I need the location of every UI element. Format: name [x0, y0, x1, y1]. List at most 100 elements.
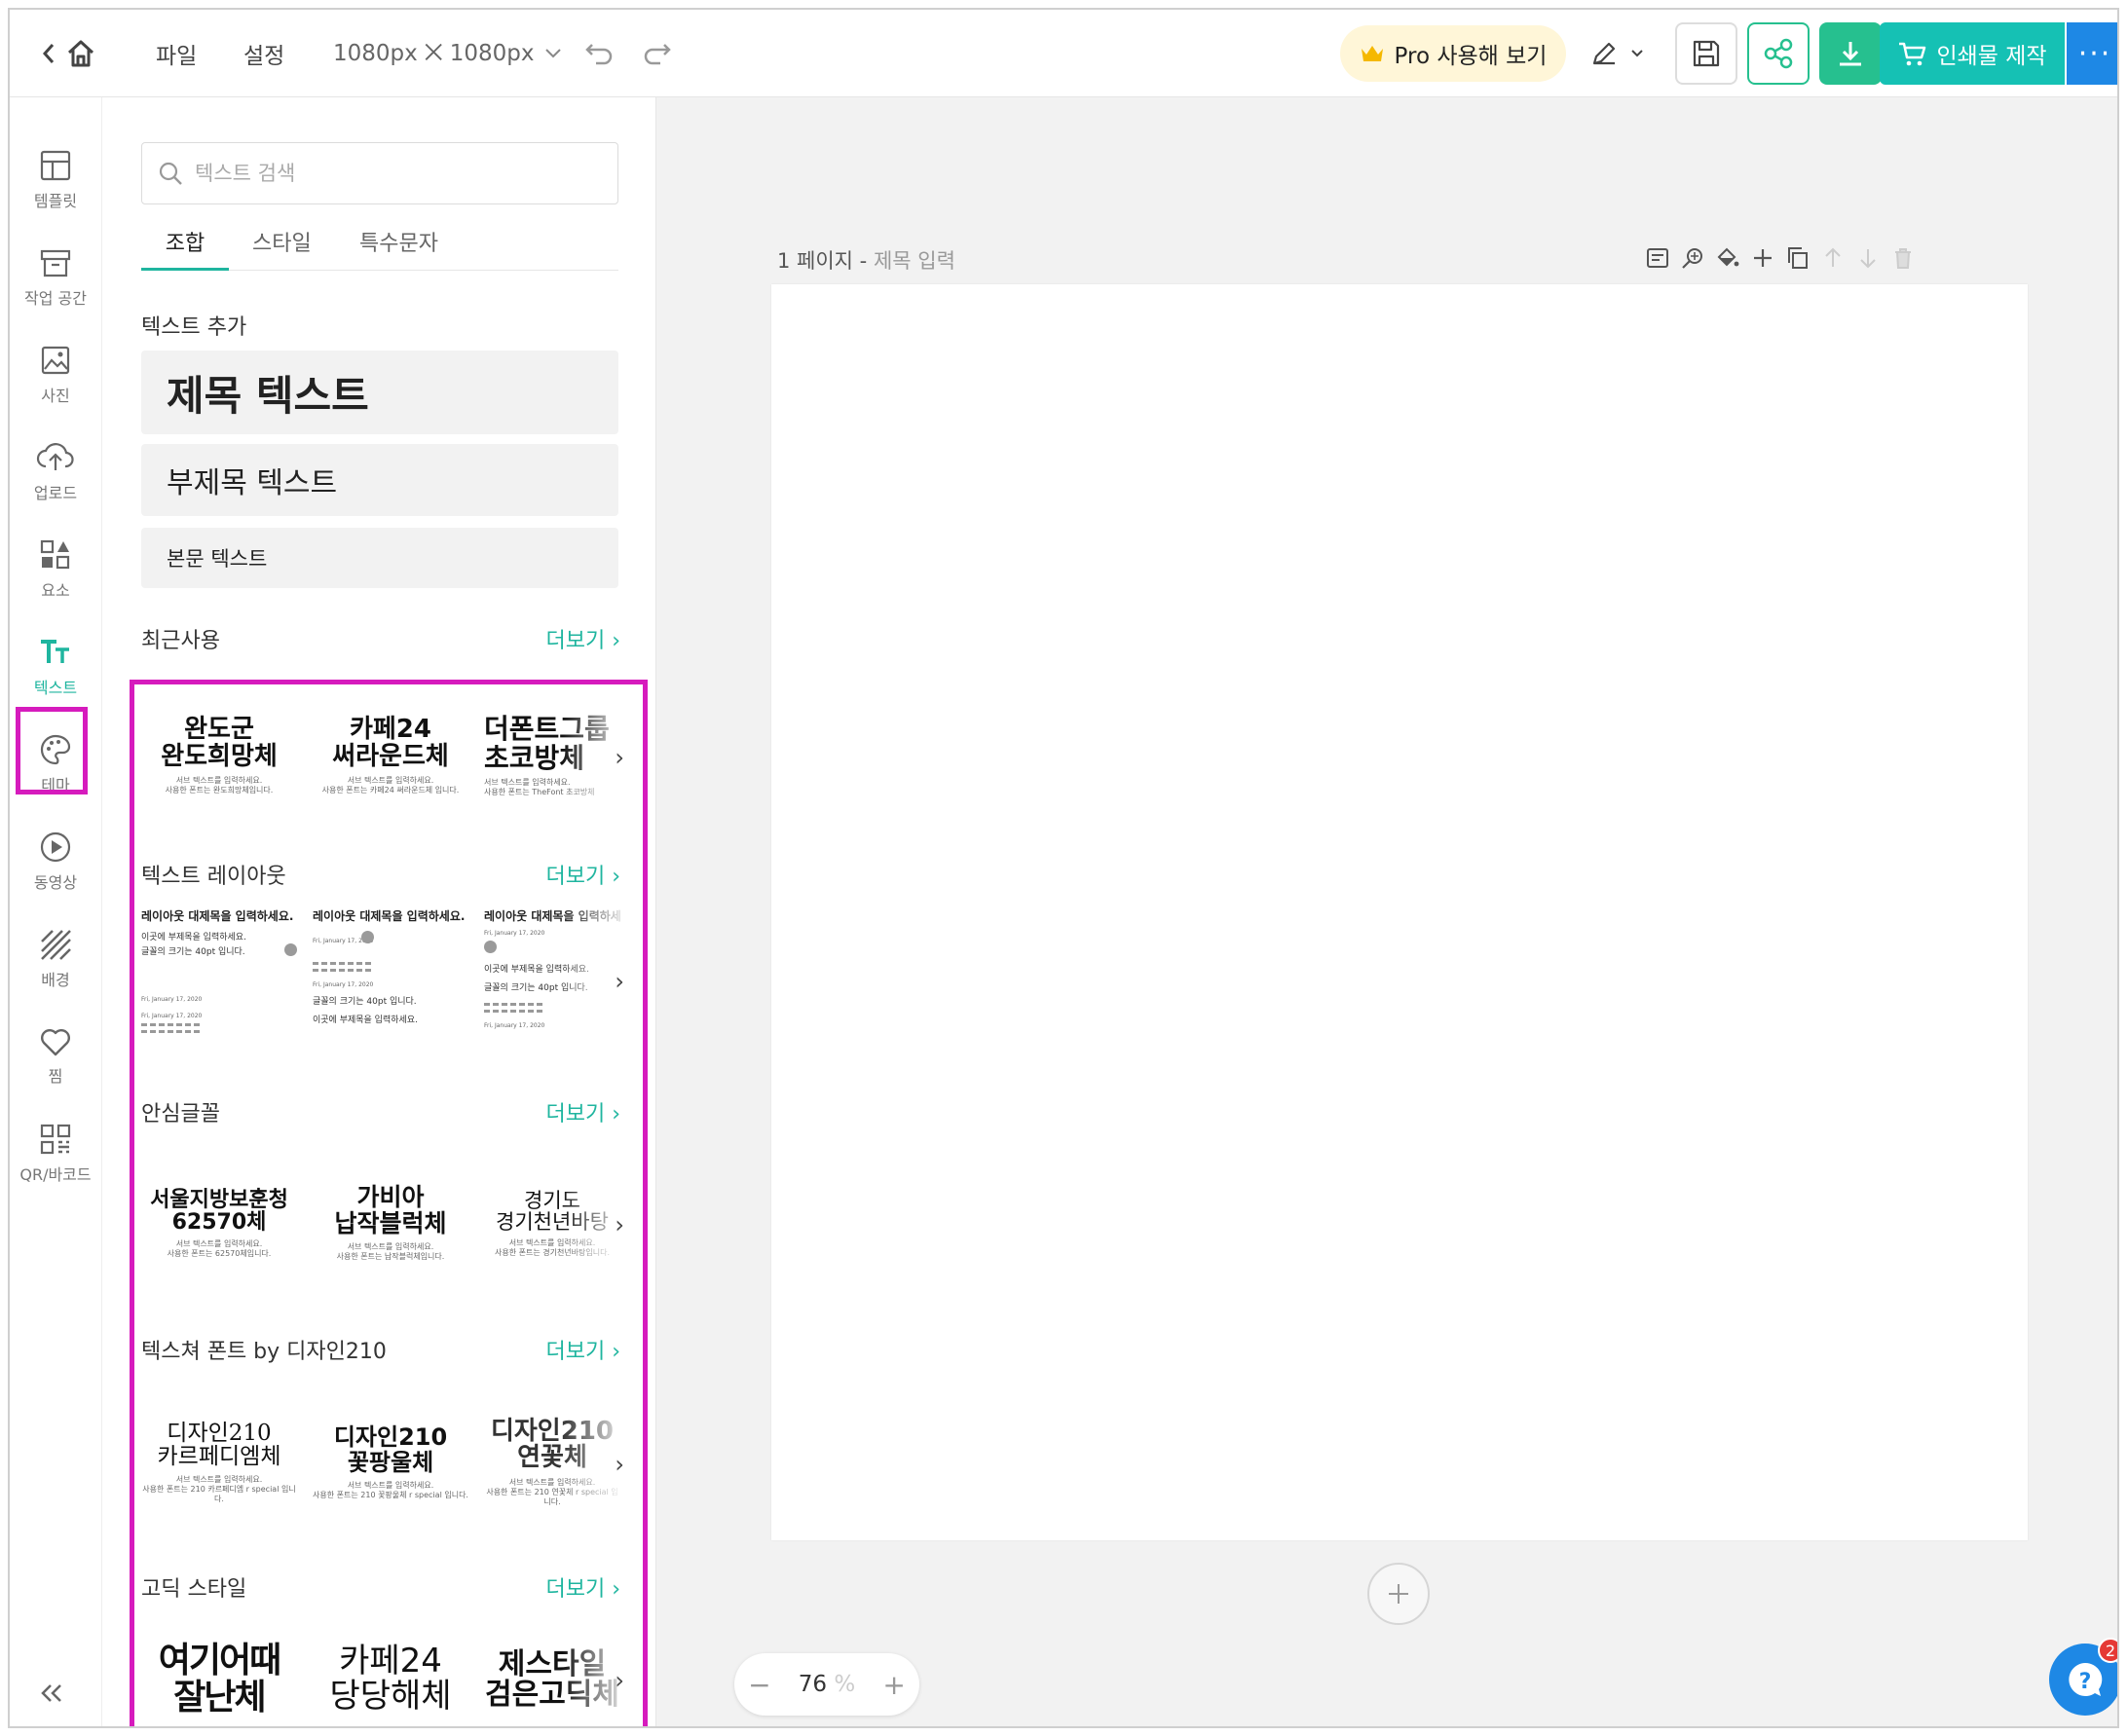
photo-icon: [41, 346, 70, 375]
heart-icon: [41, 1029, 70, 1056]
page-title-input[interactable]: 제목 입력: [874, 249, 955, 273]
rail-item-upload[interactable]: 업로드: [10, 428, 101, 516]
canvas-size-dropdown[interactable]: 1080px ⨉ 1080px: [333, 10, 562, 97]
background-icon: [41, 930, 71, 960]
text-icon: [41, 640, 69, 663]
print-order-label: 인쇄물 제작: [1936, 44, 2047, 69]
rail-label: 작업 공간: [24, 289, 87, 308]
video-icon: [40, 831, 71, 863]
crown-icon: [1361, 46, 1383, 61]
print-order-button[interactable]: 인쇄물 제작: [1880, 22, 2065, 85]
rail-item-templates[interactable]: 템플릿: [10, 136, 101, 224]
arrow-up-icon: [1825, 247, 1841, 267]
add-subheading-button[interactable]: 부제목 텍스트: [141, 444, 618, 516]
menu-settings[interactable]: 설정: [243, 10, 284, 97]
section-title-recent: 최근사용: [141, 629, 220, 653]
rail-item-workspace[interactable]: 작업 공간: [10, 234, 101, 321]
edit-mode-dropdown[interactable]: [1589, 10, 1644, 97]
tab-special-chars[interactable]: 특수문자: [359, 226, 438, 271]
back-button[interactable]: [39, 10, 58, 97]
cart-icon: [1899, 42, 1926, 66]
search-icon: [159, 162, 182, 185]
save-icon: [1693, 40, 1720, 67]
rail-item-favorites[interactable]: 찜: [10, 1013, 101, 1100]
plus-icon: [1754, 249, 1772, 267]
design-canvas-page[interactable]: [771, 284, 2028, 1540]
rail-label: QR/바코드: [19, 1165, 92, 1184]
left-nav-rail: 템플릿 작업 공간 사진 업로드 요소 텍스트 테마 동영상 배경 찜 QR/바…: [10, 97, 101, 1726]
highlight-frame: [130, 680, 648, 1726]
search-input[interactable]: [195, 162, 584, 185]
tab-style[interactable]: 스타일: [252, 226, 312, 271]
rail-label: 찜: [48, 1067, 63, 1086]
page-label: 1 페이지 - 제목 입력: [777, 245, 955, 275]
note-icon: [1647, 248, 1668, 268]
download-button[interactable]: [1819, 22, 1882, 85]
more-link-label: 더보기: [545, 629, 606, 653]
redo-button[interactable]: [643, 10, 672, 97]
rail-item-text[interactable]: 텍스트: [10, 623, 101, 711]
share-button[interactable]: [1747, 22, 1810, 85]
plus-icon: [1389, 1584, 1408, 1604]
zoom-display: 76 %: [799, 1672, 855, 1697]
collapse-panel-button[interactable]: [37, 1675, 66, 1714]
copy-icon: [1788, 247, 1808, 269]
workspace-icon: [40, 249, 71, 277]
zoom-control: − 76 % +: [734, 1653, 919, 1716]
try-pro-label: Pro 사용해 보기: [1394, 44, 1548, 69]
more-link-recent[interactable]: 더보기 ›: [545, 623, 620, 654]
home-button[interactable]: [64, 10, 97, 97]
ai-magic-button[interactable]: [1676, 241, 1709, 275]
rail-label: 동영상: [33, 873, 78, 892]
highlight-frame: [16, 707, 88, 794]
add-text-title: 텍스트 추가: [141, 315, 247, 340]
rail-item-photos[interactable]: 사진: [10, 331, 101, 419]
zoom-out-button[interactable]: −: [748, 1669, 770, 1701]
upload-icon: [36, 443, 74, 470]
app-window: 파일 설정 1080px ⨉ 1080px Pro 사용해 보기 인쇄물 제작 …: [8, 8, 2119, 1728]
elements-icon: [40, 539, 70, 570]
undo-button[interactable]: [584, 10, 614, 97]
add-page-button-top[interactable]: [1746, 241, 1779, 275]
help-chat-icon: ?: [2069, 1662, 2103, 1696]
add-heading-button[interactable]: 제목 텍스트: [141, 351, 618, 434]
arrow-down-icon: [1860, 249, 1876, 269]
rail-item-background[interactable]: 배경: [10, 915, 101, 1003]
qr-icon: [40, 1124, 71, 1155]
add-body-button[interactable]: 본문 텍스트: [141, 528, 618, 588]
rail-label: 사진: [41, 387, 70, 405]
chevron-left-icon: [42, 44, 55, 63]
zoom-value: 76: [798, 1672, 828, 1697]
redo-icon: [644, 44, 671, 65]
add-page-button[interactable]: [1367, 1563, 1430, 1625]
more-menu-button[interactable]: ···: [2067, 22, 2117, 85]
move-page-up-button[interactable]: [1816, 241, 1849, 275]
pen-icon: [1592, 42, 1616, 65]
paint-bucket-icon: [1717, 247, 1739, 267]
text-panel: 조합 스타일 특수문자 텍스트 추가 제목 텍스트 부제목 텍스트 본문 텍스트…: [101, 97, 656, 1726]
page-notes-button[interactable]: [1641, 241, 1674, 275]
tab-combination[interactable]: 조합: [141, 226, 229, 271]
rail-item-elements[interactable]: 요소: [10, 526, 101, 613]
svg-text:?: ?: [2079, 1670, 2092, 1694]
rail-item-video[interactable]: 동영상: [10, 818, 101, 905]
panel-tabs: 조합 스타일 특수문자: [141, 226, 618, 271]
page-background-button[interactable]: [1711, 241, 1744, 275]
menu-file[interactable]: 파일: [156, 10, 197, 97]
rail-item-qr[interactable]: QR/바코드: [10, 1110, 101, 1198]
chevron-down-icon: [544, 49, 561, 58]
save-button[interactable]: [1675, 22, 1737, 85]
magic-search-icon: [1682, 248, 1702, 269]
duplicate-page-button[interactable]: [1781, 241, 1814, 275]
try-pro-button[interactable]: Pro 사용해 보기: [1340, 25, 1566, 82]
canvas-size-value: 1080px ⨉ 1080px: [333, 41, 535, 66]
delete-page-button[interactable]: [1886, 241, 1920, 275]
page-number: 1 페이지 -: [777, 249, 874, 273]
rail-label: 텍스트: [33, 679, 78, 697]
notification-badge: 2: [2098, 1638, 2117, 1663]
top-bar: 파일 설정 1080px ⨉ 1080px Pro 사용해 보기 인쇄물 제작 …: [10, 10, 2117, 97]
move-page-down-button[interactable]: [1851, 241, 1885, 275]
undo-icon: [585, 44, 613, 65]
zoom-in-button[interactable]: +: [882, 1669, 905, 1701]
rail-label: 배경: [41, 971, 70, 989]
